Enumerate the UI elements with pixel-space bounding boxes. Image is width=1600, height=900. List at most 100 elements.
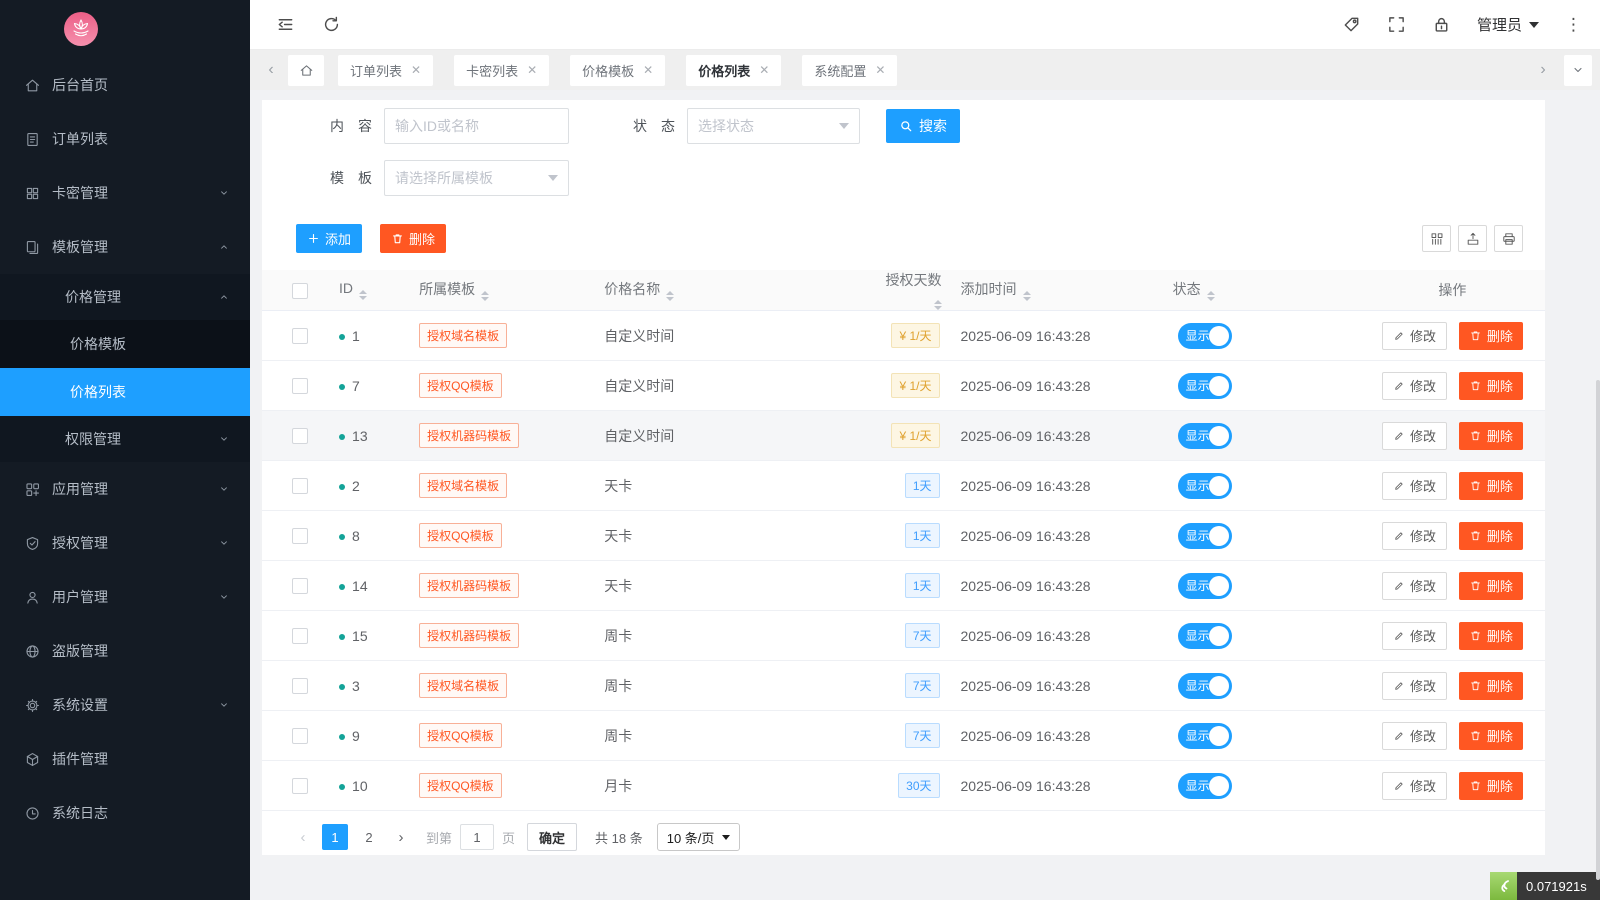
- row-checkbox[interactable]: [292, 778, 308, 794]
- row-checkbox[interactable]: [292, 578, 308, 594]
- col-header-days[interactable]: 授权天数: [857, 270, 945, 311]
- edit-button[interactable]: 修改: [1382, 472, 1447, 500]
- status-toggle[interactable]: 显示: [1178, 323, 1232, 349]
- sidebar-item-price-list[interactable]: 价格列表: [0, 368, 250, 416]
- fullscreen-icon[interactable]: [1387, 15, 1406, 34]
- tab[interactable]: 价格列表 ✕: [686, 55, 781, 86]
- col-header-status[interactable]: 状态: [1158, 270, 1360, 311]
- col-header-name[interactable]: 价格名称: [589, 270, 857, 311]
- row-checkbox[interactable]: [292, 728, 308, 744]
- sort-icon[interactable]: [1023, 291, 1031, 301]
- per-page-select[interactable]: 10 条/页: [657, 823, 741, 851]
- next-page-icon[interactable]: ›: [390, 824, 412, 850]
- more-options-icon[interactable]: ⋮: [1565, 16, 1582, 33]
- delete-row-button[interactable]: 删除: [1459, 322, 1523, 350]
- sort-icon[interactable]: [934, 300, 942, 310]
- tabs-scroll-left-icon[interactable]: ‹: [260, 55, 282, 85]
- close-icon[interactable]: ✕: [643, 64, 653, 76]
- delete-row-button[interactable]: 删除: [1459, 372, 1523, 400]
- sidebar-item-plugins[interactable]: 插件管理: [0, 732, 250, 786]
- row-checkbox[interactable]: [292, 328, 308, 344]
- sidebar-item-system-logs[interactable]: 系统日志: [0, 786, 250, 840]
- delete-row-button[interactable]: 删除: [1459, 622, 1523, 650]
- row-checkbox[interactable]: [292, 378, 308, 394]
- sidebar-item-price-management[interactable]: 价格管理: [0, 274, 250, 320]
- sidebar-item-apps[interactable]: 应用管理: [0, 462, 250, 516]
- sidebar-item-users[interactable]: 用户管理: [0, 570, 250, 624]
- row-checkbox[interactable]: [292, 678, 308, 694]
- delete-row-button[interactable]: 删除: [1459, 572, 1523, 600]
- column-filter-button[interactable]: [1422, 225, 1451, 252]
- tabs-dropdown-icon[interactable]: [1564, 55, 1592, 86]
- col-header-id[interactable]: ID: [324, 270, 404, 311]
- tab[interactable]: 价格模板 ✕: [570, 55, 665, 86]
- prev-page-icon[interactable]: ‹: [292, 824, 314, 850]
- edit-button[interactable]: 修改: [1382, 372, 1447, 400]
- col-header-time[interactable]: 添加时间: [946, 270, 1158, 311]
- sort-icon[interactable]: [359, 290, 367, 300]
- status-toggle[interactable]: 显示: [1178, 423, 1232, 449]
- row-checkbox[interactable]: [292, 478, 308, 494]
- tab[interactable]: 订单列表 ✕: [338, 55, 433, 86]
- delete-row-button[interactable]: 删除: [1459, 472, 1523, 500]
- row-checkbox[interactable]: [292, 428, 308, 444]
- delete-row-button[interactable]: 删除: [1459, 672, 1523, 700]
- template-select[interactable]: 请选择所属模板: [384, 160, 569, 196]
- status-toggle[interactable]: 显示: [1178, 773, 1232, 799]
- edit-button[interactable]: 修改: [1382, 772, 1447, 800]
- edit-button[interactable]: 修改: [1382, 722, 1447, 750]
- edit-button[interactable]: 修改: [1382, 522, 1447, 550]
- delete-row-button[interactable]: 删除: [1459, 522, 1523, 550]
- status-toggle[interactable]: 显示: [1178, 373, 1232, 399]
- delete-row-button[interactable]: 删除: [1459, 422, 1523, 450]
- edit-button[interactable]: 修改: [1382, 672, 1447, 700]
- collapse-sidebar-icon[interactable]: [268, 8, 302, 42]
- sidebar-item-orders[interactable]: 订单列表: [0, 112, 250, 166]
- page-2-button[interactable]: 2: [356, 824, 382, 850]
- sidebar-item-cards[interactable]: 卡密管理: [0, 166, 250, 220]
- print-button[interactable]: [1494, 225, 1523, 252]
- status-toggle[interactable]: 显示: [1178, 673, 1232, 699]
- row-checkbox[interactable]: [292, 628, 308, 644]
- search-button[interactable]: 搜索: [886, 109, 960, 143]
- status-toggle[interactable]: 显示: [1178, 723, 1232, 749]
- tag-icon[interactable]: [1342, 15, 1361, 34]
- scrollbar-thumb[interactable]: [1596, 380, 1600, 880]
- goto-page-input[interactable]: [460, 824, 494, 850]
- close-icon[interactable]: ✕: [759, 64, 769, 76]
- sidebar-item-piracy[interactable]: 盗版管理: [0, 624, 250, 678]
- sort-icon[interactable]: [1207, 291, 1215, 301]
- edit-button[interactable]: 修改: [1382, 572, 1447, 600]
- content-search-input[interactable]: [384, 108, 569, 144]
- close-icon[interactable]: ✕: [875, 64, 885, 76]
- sidebar-item-price-template[interactable]: 价格模板: [0, 320, 250, 368]
- tab[interactable]: 卡密列表 ✕: [454, 55, 549, 86]
- lock-icon[interactable]: [1432, 15, 1451, 34]
- sort-icon[interactable]: [666, 291, 674, 301]
- select-all-checkbox[interactable]: [292, 283, 308, 299]
- delete-button[interactable]: 删除: [380, 224, 446, 253]
- edit-button[interactable]: 修改: [1382, 622, 1447, 650]
- edit-button[interactable]: 修改: [1382, 422, 1447, 450]
- close-icon[interactable]: ✕: [527, 64, 537, 76]
- status-toggle[interactable]: 显示: [1178, 473, 1232, 499]
- sidebar-item-dashboard[interactable]: 后台首页: [0, 58, 250, 112]
- sidebar-item-permission[interactable]: 权限管理: [0, 416, 250, 462]
- edit-button[interactable]: 修改: [1382, 322, 1447, 350]
- home-tab[interactable]: [288, 55, 324, 86]
- tab[interactable]: 系统配置 ✕: [802, 55, 897, 86]
- goto-confirm-button[interactable]: 确定: [527, 823, 577, 851]
- status-toggle[interactable]: 显示: [1178, 623, 1232, 649]
- export-button[interactable]: [1458, 225, 1487, 252]
- row-checkbox[interactable]: [292, 528, 308, 544]
- refresh-icon[interactable]: [314, 8, 348, 42]
- sidebar-item-system-settings[interactable]: 系统设置: [0, 678, 250, 732]
- col-header-template[interactable]: 所属模板: [404, 270, 589, 311]
- status-toggle[interactable]: 显示: [1178, 573, 1232, 599]
- delete-row-button[interactable]: 删除: [1459, 772, 1523, 800]
- add-button[interactable]: 添加: [296, 224, 362, 253]
- delete-row-button[interactable]: 删除: [1459, 722, 1523, 750]
- tabs-scroll-right-icon[interactable]: ›: [1532, 55, 1554, 85]
- sidebar-item-authorization[interactable]: 授权管理: [0, 516, 250, 570]
- status-toggle[interactable]: 显示: [1178, 523, 1232, 549]
